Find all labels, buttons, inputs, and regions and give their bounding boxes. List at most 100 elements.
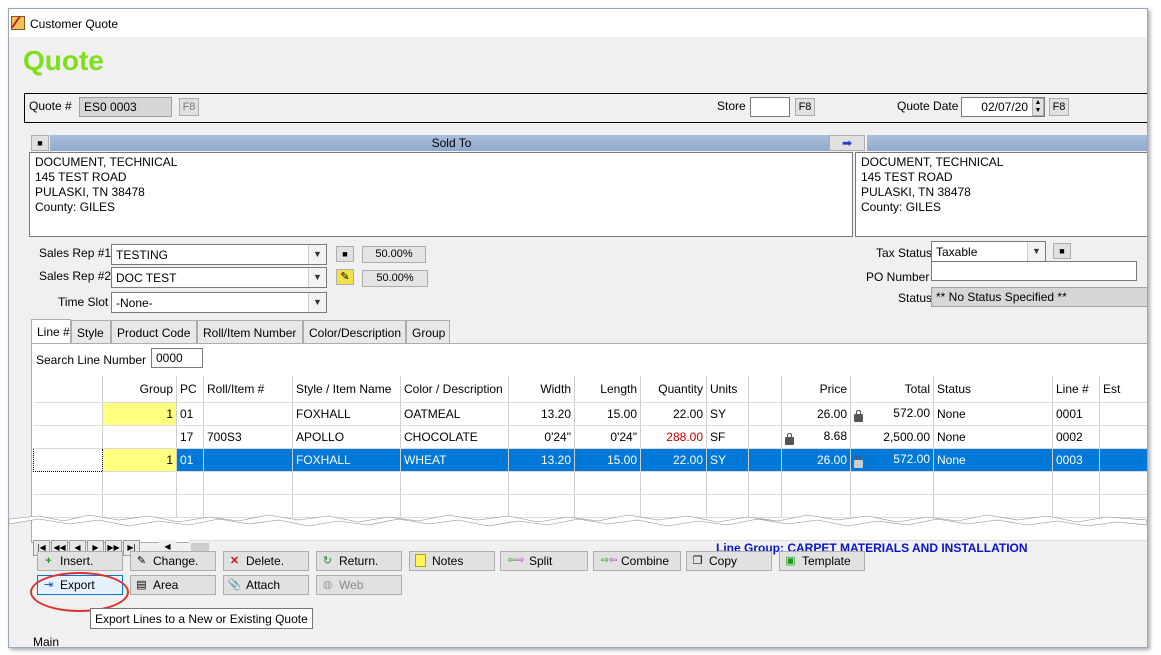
store-lookup-f8-button[interactable]: F8	[795, 98, 815, 116]
insert-button[interactable]: + Insert.	[37, 551, 123, 571]
copy-address-arrow-icon[interactable]: ➡	[829, 135, 865, 151]
chevron-down-icon: ▼	[308, 268, 326, 287]
col-header-price[interactable]: Price	[781, 376, 851, 403]
cell-roll-item: 700S3	[203, 425, 293, 449]
area-icon: ▤	[136, 579, 147, 591]
po-number-field[interactable]	[931, 261, 1137, 281]
cell-price: 26.00	[781, 402, 851, 426]
tax-status-lock-icon[interactable]: ■	[1053, 243, 1071, 259]
date-lookup-f8-button[interactable]: F8	[1049, 98, 1069, 116]
note-icon	[415, 554, 426, 567]
col-header-group[interactable]: Group	[102, 376, 177, 403]
search-line-input[interactable]: 0000	[151, 348, 203, 368]
sales-rep-1-percent[interactable]: 50.00%	[362, 246, 426, 263]
quote-number-label: Quote #	[29, 99, 72, 113]
cell-line-number: 0001	[1052, 402, 1100, 426]
cell-total-wrap: 572.00	[850, 448, 934, 472]
cell-roll-item	[203, 402, 293, 426]
col-header[interactable]	[748, 376, 782, 403]
sales-rep-1-lock-icon[interactable]: ■	[336, 246, 354, 262]
notes-button[interactable]: Notes	[409, 551, 495, 571]
sales-rep-1-value: TESTING	[116, 248, 169, 262]
cell-quantity: 288.00	[640, 425, 707, 449]
delete-button[interactable]: ✕ Delete.	[223, 551, 309, 571]
cell-line-number: 0003	[1052, 448, 1100, 472]
table-row[interactable]: 17 700S3 APOLLO CHOCOLATE 0'24" 0'24" 28…	[33, 425, 1147, 449]
chevron-down-icon: ▼	[308, 293, 326, 312]
table-row[interactable]: 1 01 FOXHALL OATMEAL 13.20 15.00 22.00 S…	[33, 402, 1147, 426]
tab-roll-item-number[interactable]: Roll/Item Number	[197, 320, 303, 344]
bottom-tab-label: Main	[33, 635, 60, 648]
cell-length: 15.00	[574, 402, 641, 426]
change-label: Change	[153, 554, 196, 568]
cell-color: CHOCOLATE	[400, 425, 509, 449]
change-button[interactable]: ✎ Change.	[130, 551, 216, 571]
col-header[interactable]	[33, 376, 103, 403]
customer-quote-window: Customer Quote Quote Quote # ES0 0003 F8…	[8, 8, 1148, 648]
lock-icon	[785, 433, 794, 445]
sales-rep-2-percent[interactable]: 50.00%	[362, 270, 428, 287]
col-header-length[interactable]: Length	[574, 376, 641, 403]
cell	[748, 448, 782, 472]
cell-roll-item	[203, 448, 293, 472]
col-header-est[interactable]: Est	[1099, 376, 1147, 403]
cell-quantity: 22.00	[640, 448, 707, 472]
date-spin-icon[interactable]: ▲ ▼	[1032, 98, 1044, 116]
template-icon: ▣	[785, 555, 796, 567]
cell-group	[102, 425, 177, 449]
col-header-units[interactable]: Units	[706, 376, 749, 403]
cell-style: FOXHALL	[292, 448, 401, 472]
col-header-quantity[interactable]: Quantity	[640, 376, 707, 403]
sold-to-lock-icon[interactable]: ■	[31, 135, 49, 151]
store-field[interactable]	[750, 97, 790, 117]
store-label: Store	[717, 99, 746, 113]
quote-lookup-f8-button[interactable]: F8	[179, 98, 199, 116]
sold-to-address[interactable]: DOCUMENT, TECHNICAL 145 TEST ROAD PULASK…	[29, 152, 853, 237]
sales-rep-1-select[interactable]: TESTING ▼	[111, 244, 327, 265]
status-field[interactable]: ** No Status Specified **	[931, 287, 1147, 307]
tab-line-number[interactable]: Line #	[31, 319, 71, 344]
copy-label: Copy	[709, 554, 738, 568]
tax-status-label: Tax Status	[876, 246, 933, 260]
table-row-selected[interactable]: 1 01 FOXHALL WHEAT 13.20 15.00 22.00 SY …	[33, 447, 1147, 472]
col-header-style[interactable]: Style / Item Name	[292, 376, 401, 403]
col-header-status[interactable]: Status	[933, 376, 1053, 403]
attach-button[interactable]: 📎 Attach	[223, 575, 309, 595]
time-slot-select[interactable]: -None- ▼	[111, 292, 327, 313]
cell-est	[1099, 402, 1147, 426]
split-button[interactable]: ⇦⇨ Split	[500, 551, 588, 571]
cell-status: None	[933, 448, 1053, 472]
tax-status-select[interactable]: Taxable ▼	[931, 241, 1046, 262]
sold-to-header: Sold To	[50, 135, 853, 151]
col-header-color[interactable]: Color / Description	[400, 376, 509, 403]
notes-label: Notes	[432, 554, 464, 568]
col-header-roll-item[interactable]: Roll/Item #	[203, 376, 293, 403]
col-header-line-number[interactable]: Line #	[1052, 376, 1100, 403]
ship-to-line: 145 TEST ROAD	[861, 170, 953, 184]
web-button[interactable]: ◍ Web	[316, 575, 402, 595]
cell-units: SY	[706, 448, 749, 472]
template-button[interactable]: ▣ Template	[779, 551, 865, 571]
tab-group[interactable]: Group	[406, 320, 450, 344]
tab-color-description[interactable]: Color/Description	[303, 320, 406, 344]
tab-style[interactable]: Style	[71, 320, 111, 344]
ship-to-address[interactable]: DOCUMENT, TECHNICAL 145 TEST ROAD PULASK…	[855, 152, 1147, 237]
pencil-edit-icon[interactable]: ✎	[336, 269, 354, 285]
col-header-pc[interactable]: PC	[176, 376, 204, 403]
combine-button[interactable]: ⇨⇦ Combine	[593, 551, 681, 571]
template-label: Template	[802, 554, 851, 568]
tab-product-code[interactable]: Product Code	[111, 320, 197, 344]
insert-label: Insert	[60, 554, 91, 568]
sales-rep-2-select[interactable]: DOC TEST ▼	[111, 267, 327, 288]
col-header-total[interactable]: Total	[850, 376, 934, 403]
cell-color: OATMEAL	[400, 402, 509, 426]
col-header-width[interactable]: Width	[508, 376, 575, 403]
cell-total: 572.00	[893, 406, 930, 420]
title-bar: Customer Quote	[9, 9, 1147, 37]
area-label: Area	[153, 578, 179, 592]
area-button[interactable]: ▤ Area	[130, 575, 216, 595]
sales-rep-2-value: DOC TEST	[116, 271, 177, 285]
copy-button[interactable]: ❐ Copy	[686, 551, 772, 571]
web-label: Web	[339, 578, 364, 592]
return-button[interactable]: ↻ Return.	[316, 551, 402, 571]
